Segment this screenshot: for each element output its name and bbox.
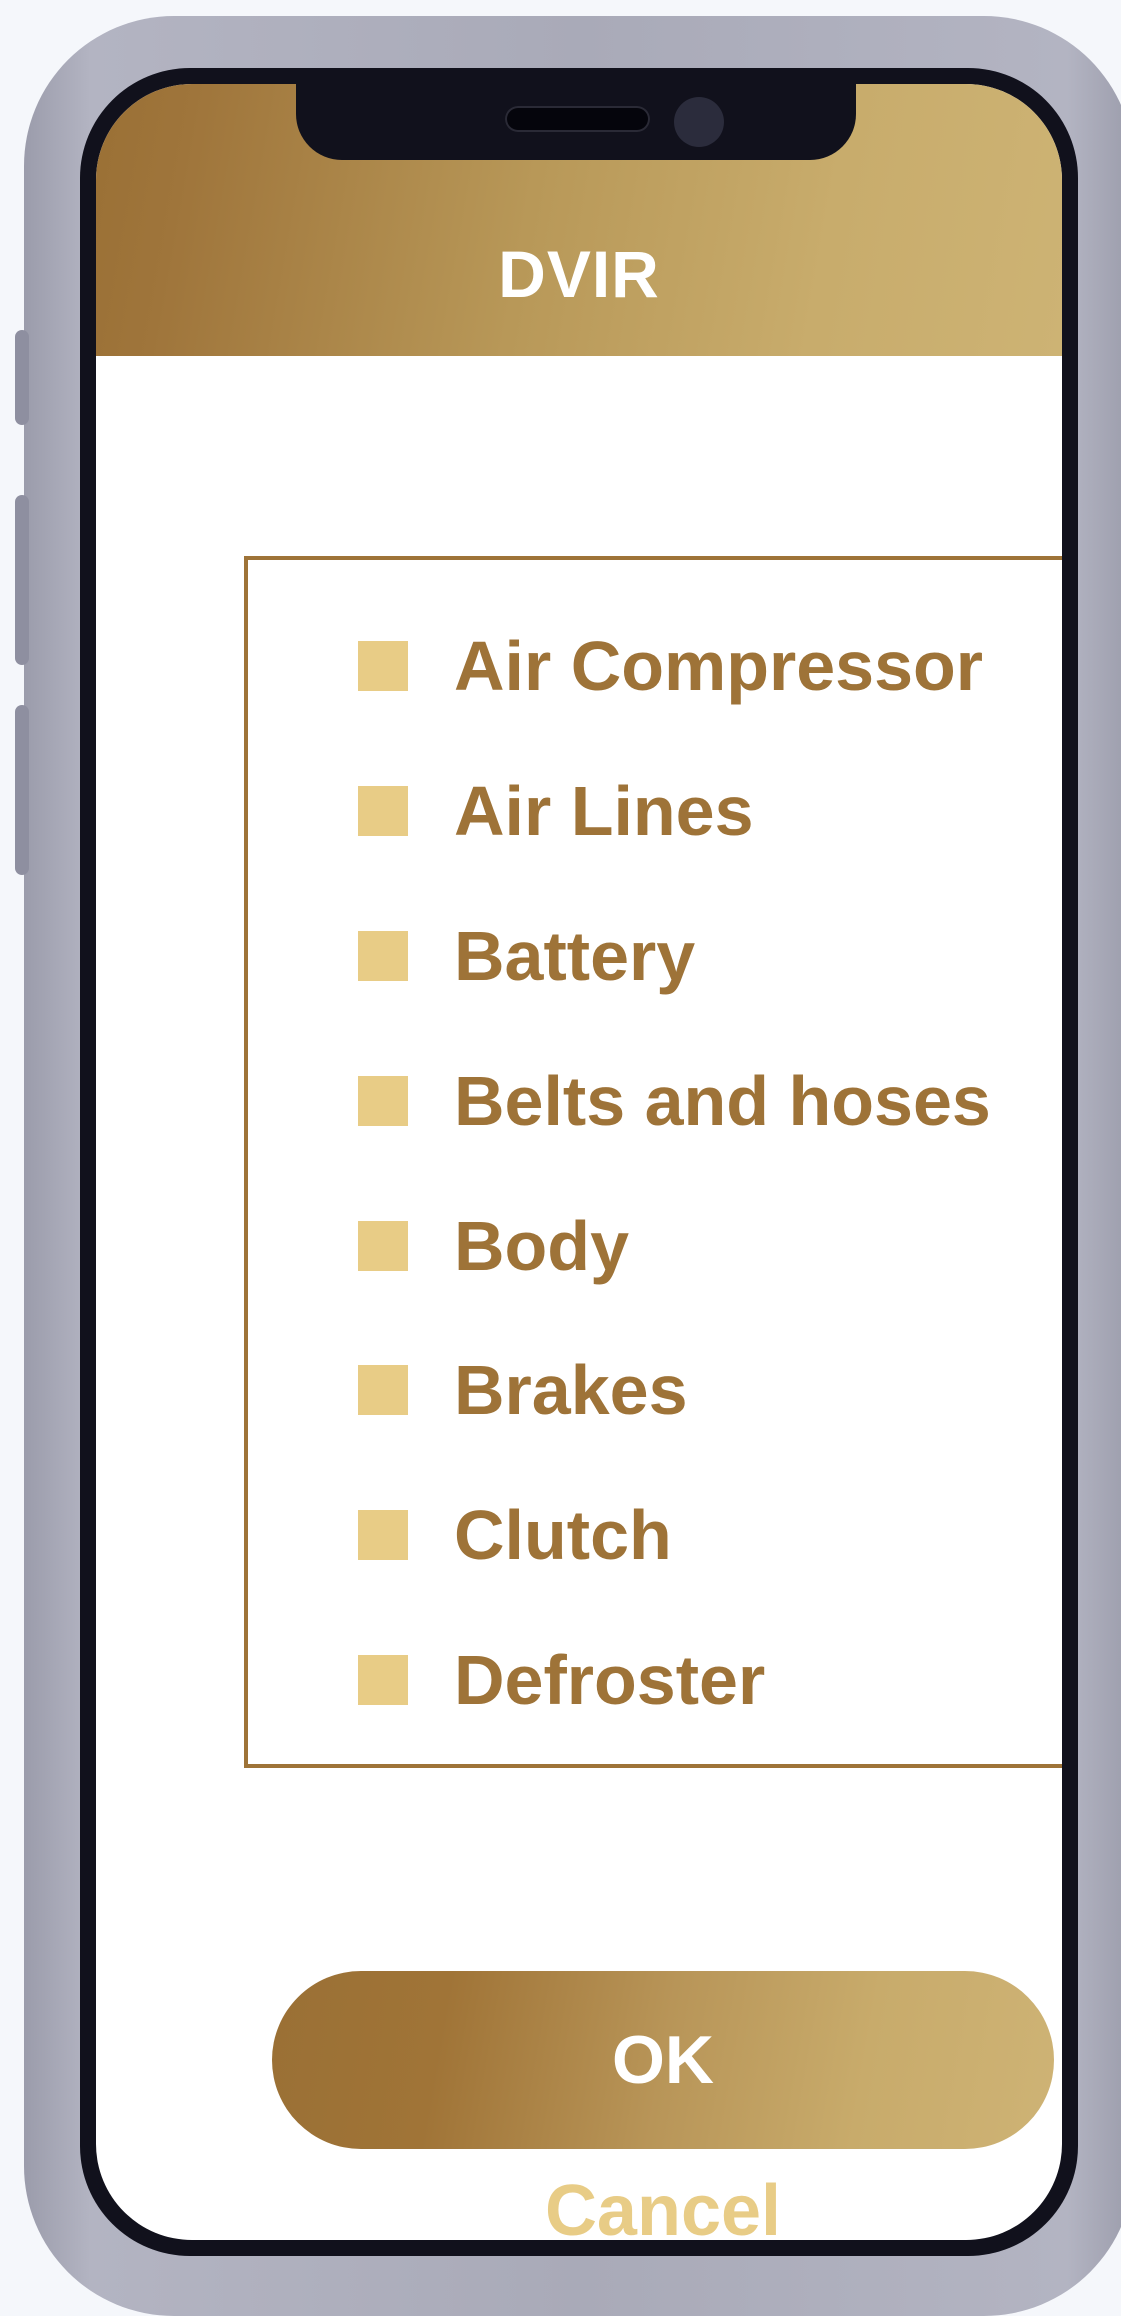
app-screen: DVIR Air Compressor Air Lines Battery Be…	[96, 84, 1062, 2240]
checkbox[interactable]	[358, 641, 408, 691]
checkbox[interactable]	[358, 1076, 408, 1126]
checkbox[interactable]	[358, 1221, 408, 1271]
checklist-item-brakes[interactable]: Brakes	[358, 1340, 688, 1440]
checkbox[interactable]	[358, 931, 408, 981]
cancel-button[interactable]: Cancel	[272, 2170, 1054, 2240]
volume-up-button	[15, 495, 29, 665]
checklist-item-label: Battery	[454, 917, 696, 995]
checkbox[interactable]	[358, 1655, 408, 1705]
inspection-checklist: Air Compressor Air Lines Battery Belts a…	[244, 556, 1062, 1768]
checklist-item-label: Body	[454, 1207, 629, 1285]
checklist-item-label: Air Lines	[454, 772, 754, 850]
checklist-item-air-lines[interactable]: Air Lines	[358, 761, 754, 861]
volume-down-button	[15, 705, 29, 875]
checkbox[interactable]	[358, 786, 408, 836]
checklist-item-battery[interactable]: Battery	[358, 906, 695, 1006]
checklist-item-belts-and-hoses[interactable]: Belts and hoses	[358, 1051, 991, 1151]
speaker-grille	[505, 106, 650, 132]
mute-switch	[15, 330, 29, 425]
checkbox[interactable]	[358, 1365, 408, 1415]
checklist-item-label: Brakes	[454, 1351, 688, 1429]
checklist-item-defroster[interactable]: Defroster	[358, 1630, 765, 1730]
checklist-item-clutch[interactable]: Clutch	[358, 1485, 672, 1585]
checklist-item-body[interactable]: Body	[358, 1196, 629, 1296]
checkbox[interactable]	[358, 1510, 408, 1560]
checklist-item-label: Air Compressor	[454, 627, 984, 705]
checklist-item-label: Defroster	[454, 1641, 766, 1719]
ok-button[interactable]: OK	[272, 1971, 1054, 2149]
front-camera	[674, 97, 724, 147]
checklist-item-air-compressor[interactable]: Air Compressor	[358, 616, 983, 716]
page-title: DVIR	[498, 237, 660, 311]
checklist-item-label: Clutch	[454, 1496, 672, 1574]
checklist-item-label: Belts and hoses	[454, 1062, 991, 1140]
